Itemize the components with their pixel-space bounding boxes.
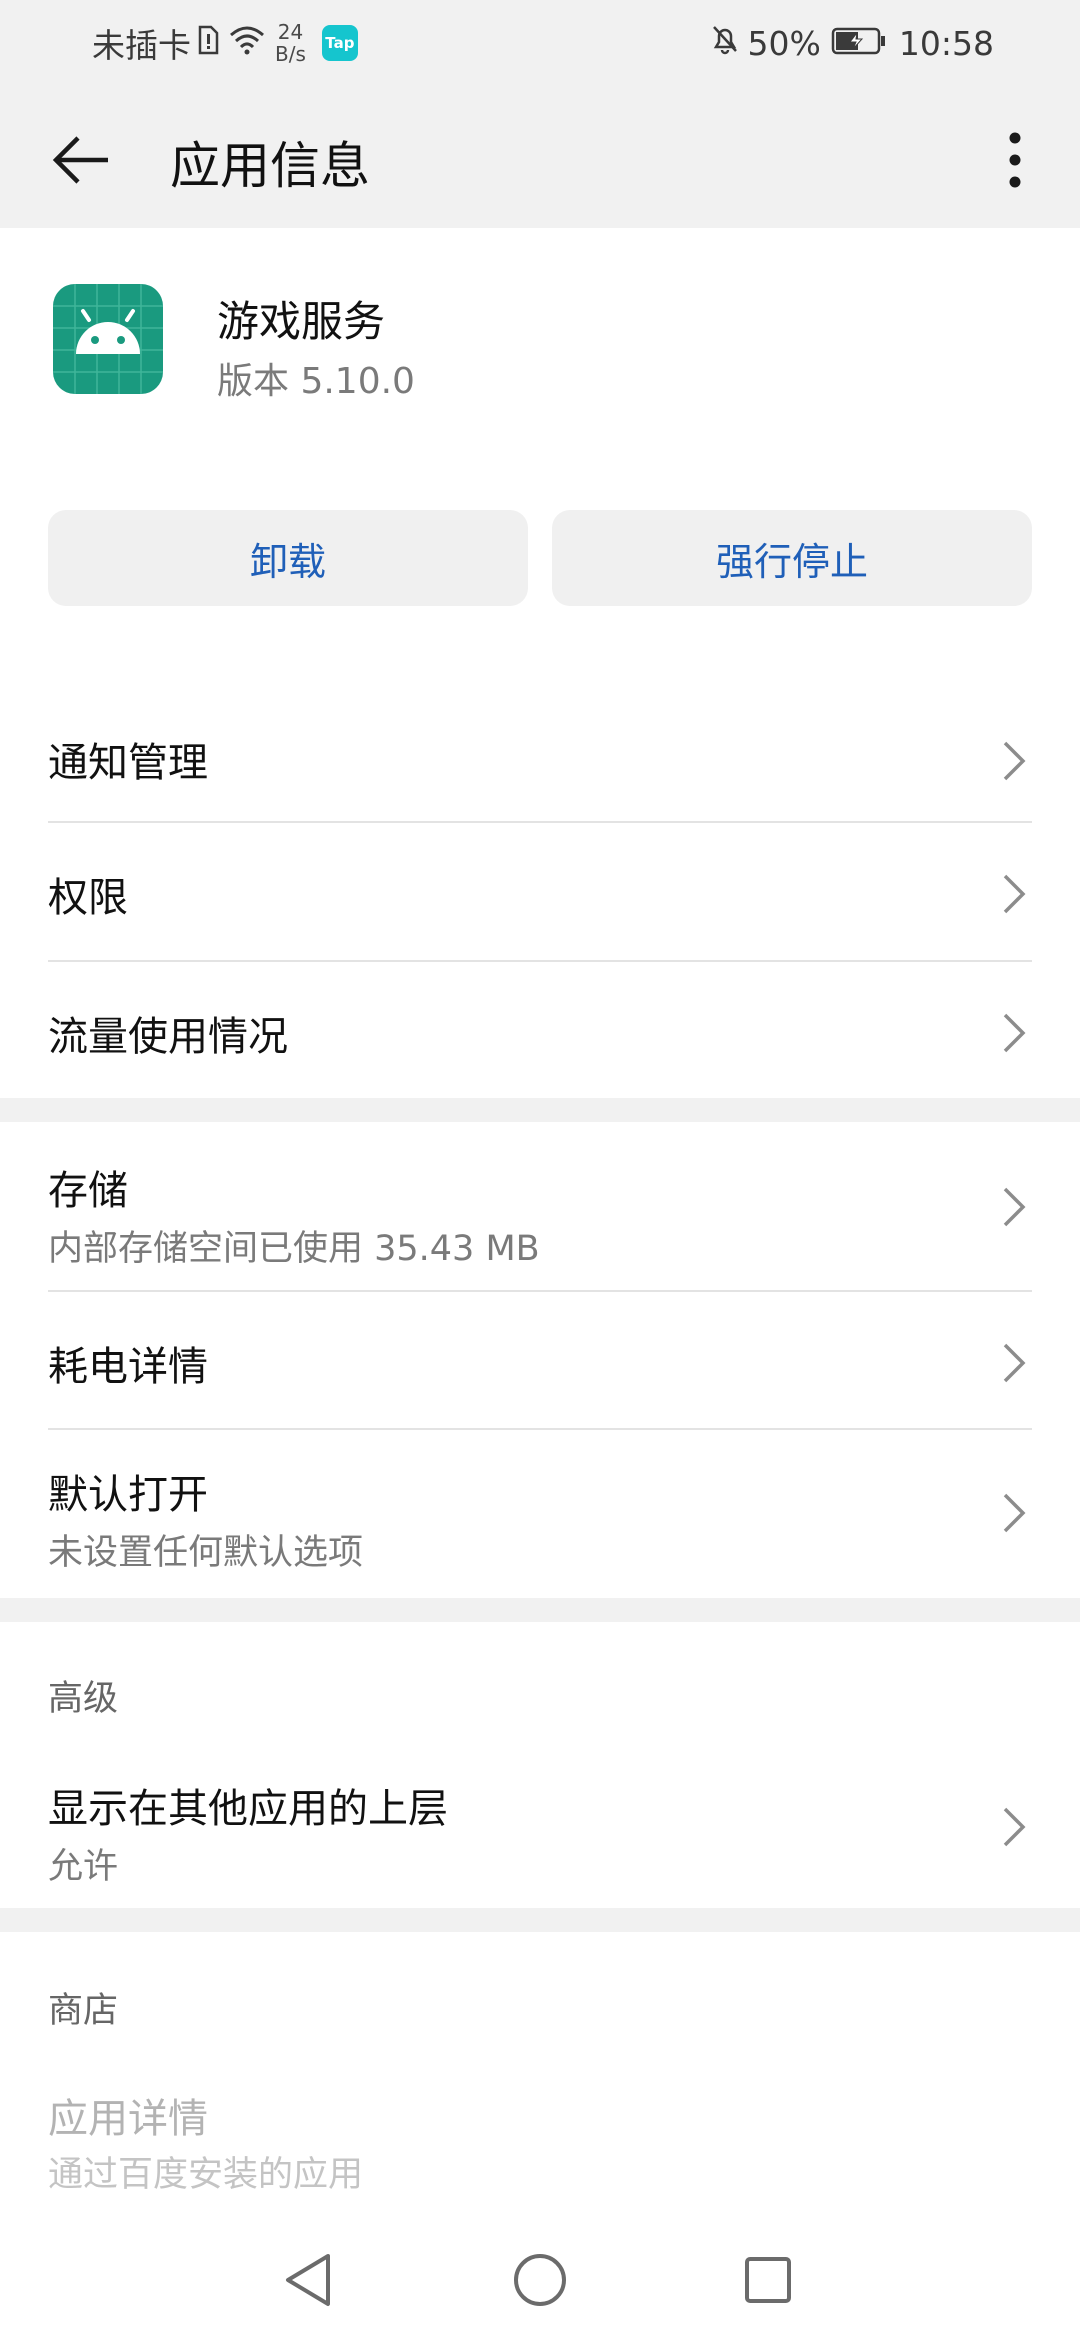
more-vertical-icon <box>1009 132 1021 188</box>
row-title: 权限 <box>48 875 128 921</box>
nav-recents-button[interactable] <box>728 2240 808 2320</box>
status-bar: 未插卡 24 B/s Tap 50% 10:58 <box>0 0 1080 86</box>
nav-home-button[interactable] <box>500 2240 580 2320</box>
nav-back-button[interactable] <box>268 2240 348 2320</box>
network-speed-unit: B/s <box>275 42 306 66</box>
square-recents-icon <box>745 2257 791 2303</box>
chevron-right-icon <box>996 1008 1032 1058</box>
row-title: 通知管理 <box>48 740 208 786</box>
taptap-notification-icon: Tap <box>321 25 358 61</box>
uninstall-button[interactable]: 卸载 <box>48 510 528 606</box>
row-permissions[interactable]: 权限 <box>0 823 1080 960</box>
wifi-icon <box>229 24 265 63</box>
android-icon <box>53 284 163 394</box>
chevron-right-icon <box>996 1802 1032 1852</box>
navigation-bar <box>0 2220 1080 2340</box>
row-subtitle: 未设置任何默认选项 <box>48 1533 364 1573</box>
app-version: 版本 5.10.0 <box>217 361 415 402</box>
bell-muted-icon <box>710 23 740 63</box>
chevron-right-icon <box>996 1182 1032 1232</box>
battery-charging-icon <box>831 24 887 63</box>
sim-alert-icon <box>197 24 219 63</box>
section-separator <box>0 1098 1080 1122</box>
status-left: 未插卡 24 B/s Tap <box>92 19 358 67</box>
row-notification-management[interactable]: 通知管理 <box>0 706 1080 822</box>
section-separator <box>0 1598 1080 1622</box>
row-title: 流量使用情况 <box>48 1014 288 1060</box>
clock: 10:58 <box>898 23 994 63</box>
page-title: 应用信息 <box>170 137 370 195</box>
section-separator <box>0 1908 1080 1932</box>
row-data-usage[interactable]: 流量使用情况 <box>0 962 1080 1098</box>
app-name: 游戏服务 <box>217 297 386 346</box>
section-header-advanced: 高级 <box>48 1679 119 1719</box>
circle-home-icon <box>514 2254 566 2306</box>
row-title: 耗电详情 <box>48 1344 208 1390</box>
arrow-left-icon <box>52 136 108 184</box>
chevron-right-icon <box>996 1488 1032 1538</box>
row-battery-details[interactable]: 耗电详情 <box>0 1292 1080 1428</box>
triangle-back-icon <box>286 2254 330 2306</box>
battery-percent: 50% <box>747 23 821 63</box>
network-speed-value: 24 <box>277 20 304 44</box>
chevron-right-icon <box>996 736 1032 786</box>
more-options-button[interactable] <box>975 120 1055 200</box>
row-title: 显示在其他应用的上层 <box>48 1786 448 1832</box>
row-title: 应用详情 <box>48 2096 208 2142</box>
chevron-right-icon <box>996 1338 1032 1388</box>
section-header-store: 商店 <box>48 1991 119 2031</box>
row-storage[interactable]: 存储 内部存储空间已使用 35.43 MB <box>0 1122 1080 1290</box>
status-right: 50% 10:58 <box>710 23 994 63</box>
row-subtitle: 内部存储空间已使用 35.43 MB <box>48 1229 540 1269</box>
row-display-over-other-apps[interactable]: 显示在其他应用的上层 允许 <box>0 1748 1080 1908</box>
row-title: 默认打开 <box>48 1472 208 1518</box>
row-subtitle: 通过百度安装的应用 <box>48 2155 364 2195</box>
back-button[interactable] <box>42 120 122 200</box>
row-app-details: 应用详情 通过百度安装的应用 <box>0 2060 1080 2220</box>
app-bar: 应用信息 <box>0 86 1080 228</box>
chevron-right-icon <box>996 869 1032 919</box>
row-open-by-default[interactable]: 默认打开 未设置任何默认选项 <box>0 1430 1080 1598</box>
row-subtitle: 允许 <box>48 1847 119 1887</box>
row-title: 存储 <box>48 1168 128 1214</box>
carrier-text: 未插卡 <box>92 26 191 65</box>
force-stop-button[interactable]: 强行停止 <box>552 510 1032 606</box>
app-icon <box>53 284 163 394</box>
network-speed: 24 B/s <box>275 21 306 65</box>
